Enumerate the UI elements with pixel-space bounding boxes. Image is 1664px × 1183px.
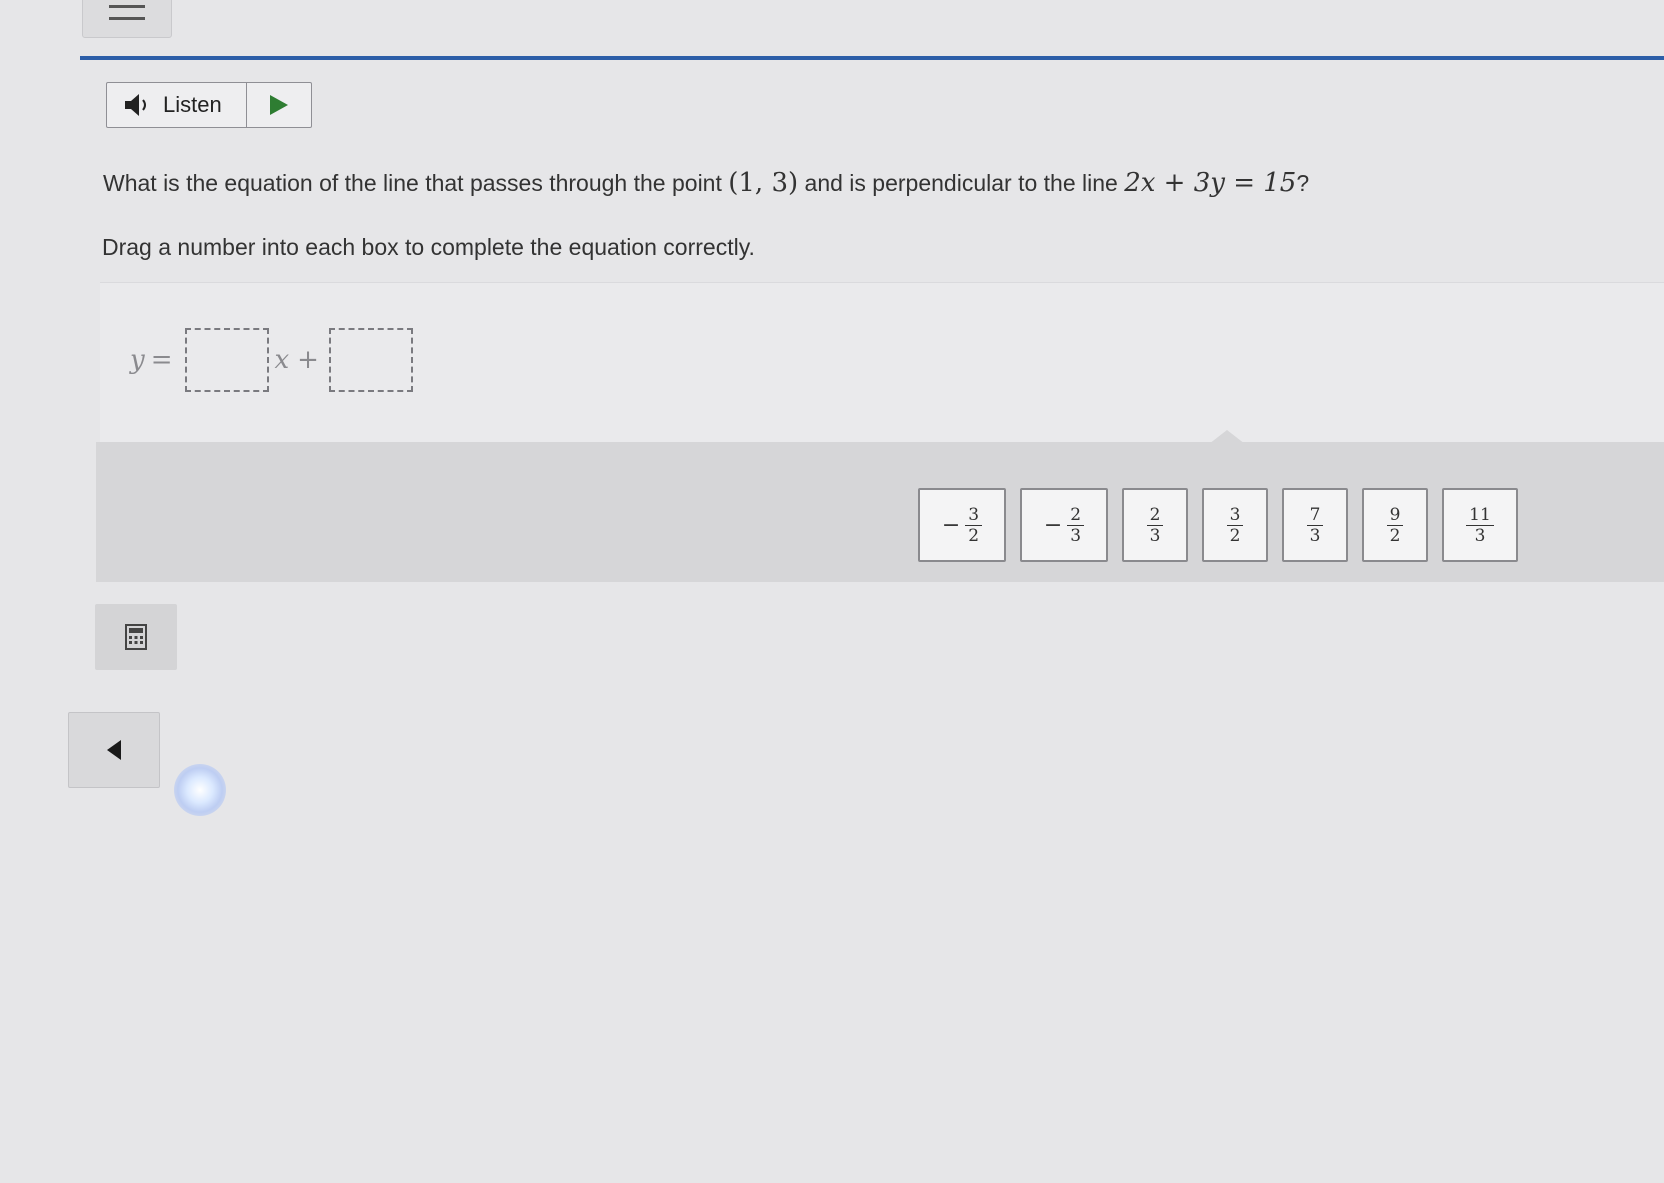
question-middle: and is perpendicular to the line <box>804 170 1118 196</box>
tile-denominator: 2 <box>1229 525 1241 546</box>
equation: y = x + <box>130 326 419 394</box>
menu-button[interactable] <box>82 0 172 38</box>
tile-2-3[interactable]: 2 3 <box>1122 488 1188 562</box>
tile-denominator: 3 <box>1309 525 1321 546</box>
cursor-highlight <box>174 764 226 816</box>
tile-fraction: 11 3 <box>1466 505 1494 546</box>
tile-fraction: 3 2 <box>1226 505 1244 546</box>
question-prefix: What is the equation of the line that pa… <box>103 170 722 196</box>
question-line-equation: 2x + 3y = 15 <box>1124 168 1297 198</box>
tile-11-3[interactable]: 11 3 <box>1442 488 1518 562</box>
equation-x-term: x <box>274 345 290 375</box>
tile-numerator: 11 <box>1466 505 1494 526</box>
question-text: What is the equation of the line that pa… <box>103 168 1309 198</box>
tile-sign: − <box>941 512 961 538</box>
hamburger-icon-bar <box>109 17 145 20</box>
question-point: (1, 3) <box>728 168 799 198</box>
tile-numerator: 3 <box>965 505 983 526</box>
tile-numerator: 9 <box>1386 505 1404 526</box>
tile-numerator: 2 <box>1067 505 1085 526</box>
tile-9-2[interactable]: 9 2 <box>1362 488 1428 562</box>
back-arrow-icon <box>107 740 121 760</box>
tile-fraction: 2 3 <box>1146 505 1164 546</box>
tile-7-3[interactable]: 7 3 <box>1282 488 1348 562</box>
listen-control: Listen <box>106 82 312 128</box>
hamburger-icon <box>109 5 145 8</box>
tile-list: − 3 2 − 2 3 2 3 3 2 7 3 9 2 11 3 <box>918 488 1518 562</box>
tile-fraction: 3 2 <box>965 505 983 546</box>
instruction-text: Drag a number into each box to complete … <box>102 234 755 260</box>
tile-neg-3-2[interactable]: − 3 2 <box>918 488 1006 562</box>
play-button[interactable] <box>247 83 311 127</box>
tile-denominator: 3 <box>1070 525 1082 546</box>
tile-denominator: 3 <box>1149 525 1161 546</box>
tile-numerator: 2 <box>1146 505 1164 526</box>
tile-fraction: 7 3 <box>1306 505 1324 546</box>
tile-fraction: 2 3 <box>1067 505 1085 546</box>
tile-neg-2-3[interactable]: − 2 3 <box>1020 488 1108 562</box>
header-divider <box>80 56 1664 60</box>
speaker-icon <box>125 94 146 116</box>
calculator-button[interactable] <box>95 604 177 670</box>
tile-denominator: 2 <box>968 525 980 546</box>
equation-equals: = <box>150 345 173 375</box>
play-icon <box>270 95 288 115</box>
slope-drop-box[interactable] <box>184 328 269 392</box>
tile-numerator: 7 <box>1306 505 1324 526</box>
intercept-drop-box[interactable] <box>328 328 413 392</box>
tile-3-2[interactable]: 3 2 <box>1202 488 1268 562</box>
calculator-icon <box>125 624 147 650</box>
tile-sign: − <box>1043 512 1063 538</box>
back-button[interactable] <box>68 712 160 788</box>
tile-fraction: 9 2 <box>1386 505 1404 546</box>
tile-numerator: 3 <box>1226 505 1244 526</box>
listen-button[interactable]: Listen <box>107 83 247 127</box>
tile-bank-pointer <box>1209 430 1245 444</box>
equation-plus: + <box>297 345 319 375</box>
equation-lhs: y <box>130 345 145 375</box>
question-suffix: ? <box>1296 170 1310 196</box>
tile-denominator: 3 <box>1474 525 1486 546</box>
tile-denominator: 2 <box>1389 525 1401 546</box>
listen-label: Listen <box>163 92 222 117</box>
